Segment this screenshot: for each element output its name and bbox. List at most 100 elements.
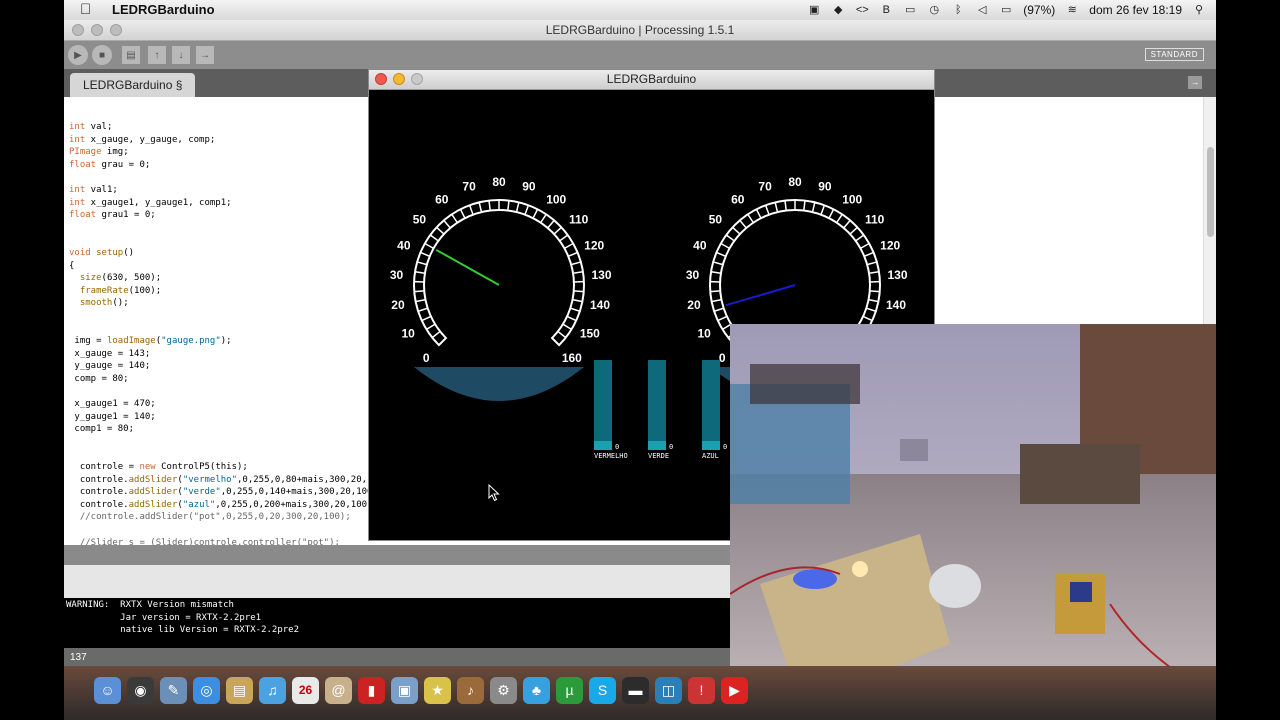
activity-icon[interactable]: ▬ — [622, 677, 649, 704]
code-line[interactable]: comp1 = 80; — [69, 424, 134, 434]
wifi-icon[interactable]: ≋ — [1065, 4, 1079, 16]
skype-icon[interactable]: S — [589, 677, 616, 704]
minimize-button[interactable] — [91, 24, 103, 36]
zoom-button[interactable] — [110, 24, 122, 36]
gauge-tick — [573, 290, 584, 293]
code-line[interactable]: y_gauge1 = 140; — [69, 412, 155, 422]
code-line[interactable]: comp = 80; — [69, 374, 128, 384]
bluetooth-icon[interactable]: ᛒ — [951, 4, 965, 16]
dashboard-icon[interactable]: ◉ — [127, 677, 154, 704]
gauge-tick-label: 50 — [709, 213, 723, 227]
code-line[interactable]: void setup() — [69, 248, 134, 258]
sketch-title: LEDRGBarduino — [606, 72, 697, 86]
mode-button[interactable]: STANDARD — [1144, 48, 1204, 61]
close-button[interactable] — [72, 24, 84, 36]
utorrent-icon[interactable]: µ — [556, 677, 583, 704]
messenger-icon[interactable]: ♣ — [523, 677, 550, 704]
tab-ledrgbarduino[interactable]: LEDRGBarduino § — [70, 73, 196, 97]
notifications-icon[interactable]: ! — [688, 677, 715, 704]
gauge-tick-label: 30 — [390, 268, 404, 282]
finder-icon[interactable]: ☺ — [94, 677, 121, 704]
gauge-needle — [725, 284, 796, 307]
photo-booth-icon[interactable]: ▮ — [358, 677, 385, 704]
gauge-tick-label: 80 — [492, 175, 506, 189]
code-line[interactable]: controle = new ControlP5(this); — [69, 462, 248, 472]
editor-scroll-thumb[interactable] — [1207, 147, 1214, 237]
new-sketch-button[interactable]: ▤ — [122, 46, 140, 64]
iphoto-icon[interactable]: ▣ — [391, 677, 418, 704]
slider-track — [594, 360, 612, 450]
stop-button[interactable]: ■ — [92, 45, 112, 65]
code-line[interactable]: frameRate(100); — [69, 286, 161, 296]
apple-menu-icon[interactable]:  — [80, 1, 91, 18]
code-line[interactable]: int val; — [69, 122, 112, 132]
b-icon[interactable]: B — [879, 4, 893, 16]
display-icon[interactable]: ▭ — [903, 4, 917, 16]
sketch-minimize-button[interactable] — [393, 73, 405, 85]
open-sketch-button[interactable]: ↑ — [148, 46, 166, 64]
code-text[interactable]: int val; int x_gauge, y_gauge, comp; PIm… — [69, 121, 372, 549]
code-line[interactable]: int x_gauge1, y_gauge1, comp1; — [69, 198, 232, 208]
code-line[interactable]: controle.addSlider("vermelho",0,255,0,80… — [69, 475, 373, 485]
code-line[interactable]: x_gauge1 = 470; — [69, 399, 155, 409]
gauge-tick-label: 100 — [546, 192, 566, 206]
code-line[interactable]: controle.addSlider("verde",0,255,0,140+m… — [69, 487, 373, 497]
calendar-icon[interactable]: 26 — [292, 677, 319, 704]
slider-verde[interactable]: 0VERDE — [648, 360, 673, 460]
gauge-tick-label: 110 — [865, 213, 885, 227]
address-book-icon[interactable]: @ — [325, 677, 352, 704]
youtube-icon[interactable]: ▶ — [721, 677, 748, 704]
gauge-tick-label: 130 — [887, 268, 907, 282]
gauge-needle — [435, 248, 500, 286]
slider-vermelho[interactable]: 0VERMELHO — [594, 360, 628, 460]
code-line[interactable]: float grau1 = 0; — [69, 210, 156, 220]
gauge-tick-label: 30 — [686, 268, 700, 282]
screen-record-icon[interactable]: ▣ — [807, 4, 821, 16]
save-sketch-button[interactable]: ↓ — [172, 46, 190, 64]
sketch-title-bar[interactable]: LEDRGBarduino — [369, 70, 934, 90]
export-button[interactable]: → — [196, 46, 214, 64]
time-machine-icon[interactable]: ◷ — [927, 4, 941, 16]
sketch-close-button[interactable] — [375, 73, 387, 85]
ide-title: LEDRGBarduino | Processing 1.5.1 — [545, 23, 735, 37]
code-line[interactable]: PImage img; — [69, 147, 129, 157]
sketch-window-controls — [375, 73, 423, 85]
code-line[interactable]: y_gauge = 140; — [69, 361, 150, 371]
gauge-tick-label: 90 — [522, 179, 536, 193]
evernote-icon[interactable]: ◆ — [831, 4, 845, 16]
slider-value-bar — [594, 441, 612, 450]
preview-icon[interactable]: ✎ — [160, 677, 187, 704]
code-line[interactable]: controle.addSlider("azul",0,255,0,200+ma… — [69, 500, 367, 510]
gauge-tick — [414, 290, 425, 293]
safari-icon[interactable]: ◎ — [193, 677, 220, 704]
ide-title-bar[interactable]: LEDRGBarduino | Processing 1.5.1 — [64, 20, 1216, 41]
code-line[interactable]: int x_gauge, y_gauge, comp; — [69, 135, 215, 145]
tab-menu-arrow-icon[interactable]: → — [1188, 76, 1202, 89]
garageband-icon[interactable]: ♪ — [457, 677, 484, 704]
code-line[interactable]: //controle.addSlider("pot",0,255,0,20,30… — [69, 512, 351, 522]
folder-icon[interactable]: ▤ — [226, 677, 253, 704]
slider-track — [702, 360, 720, 450]
gauge-tick-label: 150 — [580, 327, 600, 341]
network-icon[interactable]: ◫ — [655, 677, 682, 704]
battery-icon[interactable]: ▭ — [999, 4, 1013, 16]
code-line[interactable]: img = loadImage("gauge.png"); — [69, 336, 231, 346]
itunes-icon[interactable]: ♫ — [259, 677, 286, 704]
code-line[interactable]: float grau = 0; — [69, 160, 150, 170]
code-line[interactable]: int val1; — [69, 185, 118, 195]
sketch-zoom-button[interactable] — [411, 73, 423, 85]
star-icon[interactable]: ★ — [424, 677, 451, 704]
volume-icon[interactable]: ◁ — [975, 4, 989, 16]
run-button[interactable]: ▶ — [68, 45, 88, 65]
spotlight-search-icon[interactable]: ⚲ — [1192, 4, 1206, 16]
code-icon[interactable]: <> — [855, 4, 869, 16]
battery-percent: (97%) — [1023, 3, 1056, 17]
app-menu[interactable]: LEDRGBarduino — [112, 2, 215, 17]
clock[interactable]: dom 26 fev 18:19 — [1089, 3, 1182, 17]
ide-toolbar: ▶ ■ ▤ ↑ ↓ → STANDARD — [64, 41, 1216, 69]
code-line[interactable]: { — [69, 261, 74, 271]
code-line[interactable]: smooth(); — [69, 298, 129, 308]
code-line[interactable]: x_gauge = 143; — [69, 349, 150, 359]
utility-icon[interactable]: ⚙ — [490, 677, 517, 704]
code-line[interactable]: size(630, 500); — [69, 273, 161, 283]
